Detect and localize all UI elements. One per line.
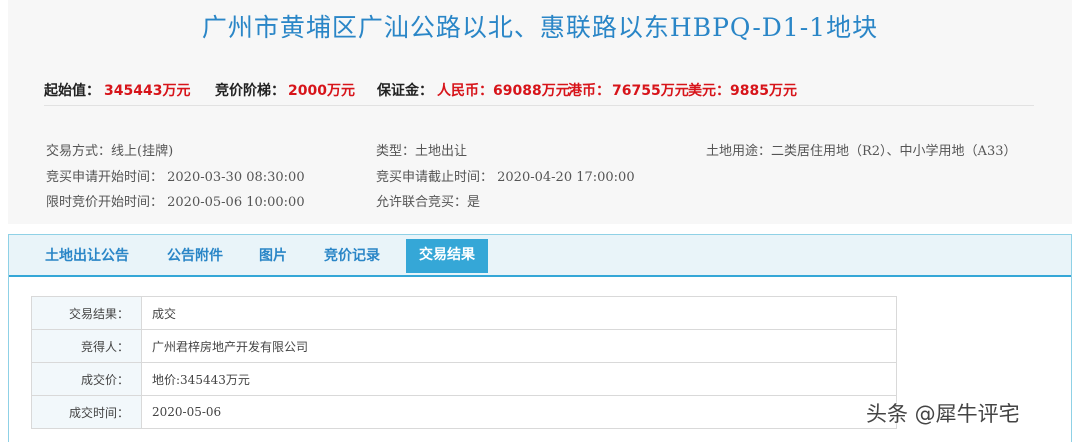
trade-result-table: 交易结果： 成交 竞得人： 广州君梓房地产开发有限公司 成交价： 地价:3454…: [31, 296, 897, 429]
watermark: 头条 @犀牛评宅: [866, 402, 1020, 426]
deposit-usd-value: 9885万元: [730, 83, 797, 99]
deposit-usd-label: 美元：: [688, 83, 730, 99]
land-type: 类型：土地出让: [376, 144, 468, 159]
deal-time-value: 2020-05-06: [141, 395, 897, 429]
tab-images[interactable]: 图片: [255, 243, 291, 277]
bid-step-label: 竞价阶梯：: [215, 83, 285, 99]
bid-step-value: 2000万元: [288, 83, 355, 99]
tab-land-notice[interactable]: 土地出让公告: [41, 243, 133, 277]
table-row: 成交价： 地价:345443万元: [31, 362, 897, 396]
winner-value: 广州君梓房地产开发有限公司: [141, 329, 897, 363]
start-price-label: 起始值：: [44, 83, 100, 99]
winner-key: 竞得人：: [31, 329, 142, 363]
tab-trade-result[interactable]: 交易结果: [406, 239, 488, 273]
tab-notice-attachments[interactable]: 公告附件: [163, 243, 227, 277]
land-use: 土地用途：二类居住用地（R2）、中小学用地（A33）: [706, 144, 1017, 159]
deposit-label: 保证金：: [377, 83, 433, 99]
table-row: 成交时间： 2020-05-06: [31, 395, 897, 429]
trade-mode: 交易方式：线上(挂牌): [46, 144, 174, 159]
tab-bid-records[interactable]: 竞价记录: [319, 243, 385, 277]
apply-start-time: 竞买申请开始时间： 2020-03-30 08:30:00: [46, 170, 305, 185]
deposit-rmb-label: 人民币：: [437, 83, 493, 99]
table-row: 交易结果： 成交: [31, 296, 897, 330]
page-title: 广州市黄埔区广汕公路以北、惠联路以东HBPQ-D1-1地块: [201, 13, 879, 42]
result-value: 成交: [141, 296, 897, 330]
result-key: 交易结果：: [31, 296, 142, 330]
bid-start-time: 限时竞价开始时间： 2020-05-06 10:00:00: [46, 195, 305, 210]
joint-bid: 允许联合竞买：是: [376, 195, 481, 210]
apply-end-time: 竞买申请截止时间： 2020-04-20 17:00:00: [376, 170, 635, 185]
table-row: 竞得人： 广州君梓房地产开发有限公司: [31, 329, 897, 363]
start-price-value: 345443万元: [104, 83, 191, 99]
deposit-hkd-value: 76755万元: [612, 83, 689, 99]
deal-time-key: 成交时间：: [31, 395, 142, 429]
deposit-hkd-label: 港币：: [568, 83, 610, 99]
deal-price-key: 成交价：: [31, 362, 142, 396]
deposit-rmb-value: 69088万元: [493, 83, 570, 99]
divider: [44, 105, 1034, 106]
deal-price-value: 地价:345443万元: [141, 362, 897, 396]
tab-bar: 土地出让公告 公告附件 图片 竞价记录 交易结果: [9, 235, 1071, 277]
